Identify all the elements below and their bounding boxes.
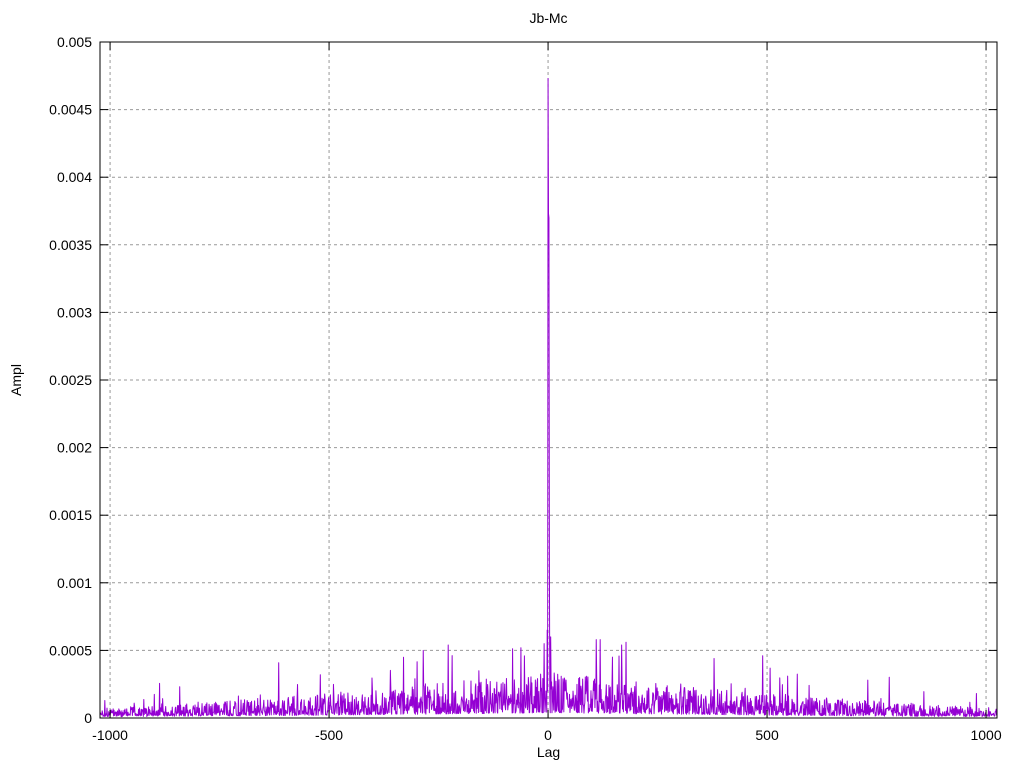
chart-title: Jb-Mc (529, 10, 568, 26)
svg-text:0.0025: 0.0025 (49, 372, 92, 388)
svg-text:-1000: -1000 (92, 727, 128, 743)
svg-text:0.003: 0.003 (57, 304, 92, 320)
svg-text:0.0045: 0.0045 (49, 102, 92, 118)
svg-text:0.005: 0.005 (57, 34, 92, 50)
svg-text:-500: -500 (315, 727, 343, 743)
svg-text:0: 0 (84, 710, 92, 726)
svg-text:0.0035: 0.0035 (49, 237, 92, 253)
svg-text:0.001: 0.001 (57, 575, 92, 591)
svg-text:0.002: 0.002 (57, 440, 92, 456)
svg-text:1000: 1000 (970, 727, 1001, 743)
plot-area-svg: -1000 -500 0 500 1000 0 0.0005 0.001 0.0015 0.002… (49, 34, 1002, 743)
svg-text:0.0015: 0.0015 (49, 507, 92, 523)
svg-text:0.004: 0.004 (57, 169, 92, 185)
svg-text:0.0005: 0.0005 (49, 642, 92, 658)
svg-text:500: 500 (755, 727, 779, 743)
svg-text:0: 0 (544, 727, 552, 743)
chart: Jb-Mc Ampl -1000 -500 0 500 1000 0 0.0005 0.001… (0, 0, 1024, 768)
x-axis-label: Lag (536, 744, 561, 760)
